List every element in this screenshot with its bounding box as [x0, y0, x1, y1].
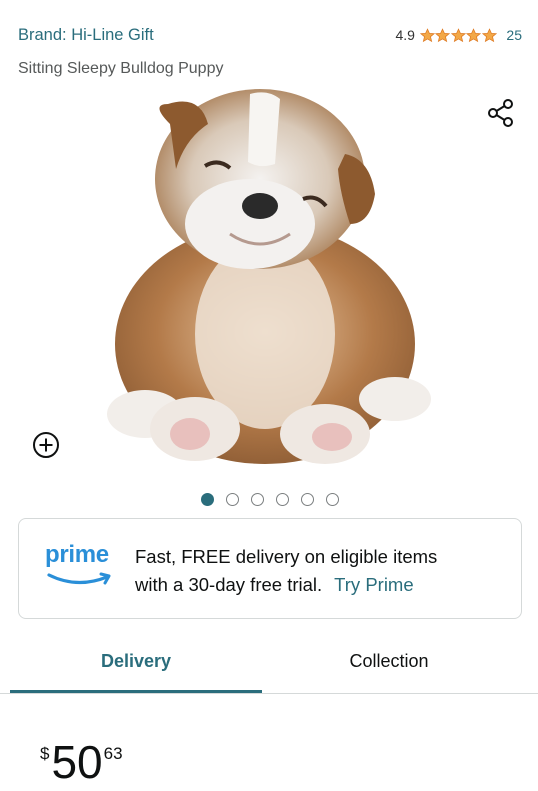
- rating-value: 4.9: [395, 27, 415, 43]
- star-icon: [481, 27, 497, 42]
- carousel-dot[interactable]: [326, 493, 339, 506]
- carousel-dot[interactable]: [251, 493, 264, 506]
- prime-offer-line2: with a 30-day free trial.: [135, 574, 323, 595]
- carousel-dot[interactable]: [301, 493, 314, 506]
- carousel-dot[interactable]: [201, 493, 214, 506]
- tab-delivery[interactable]: Delivery: [10, 640, 262, 693]
- prime-offer-line2-wrap: with a 30-day free trial. Try Prime: [135, 571, 505, 599]
- star-icon: [419, 27, 435, 42]
- prime-logo: prime: [45, 541, 115, 587]
- price-whole: 50: [51, 736, 103, 788]
- prime-logo-word: prime: [45, 541, 109, 568]
- price: $ 50 63: [40, 738, 123, 786]
- brand-link[interactable]: Brand: Hi-Line Gift: [18, 26, 154, 45]
- rating-summary[interactable]: 4.9 25: [395, 27, 522, 43]
- carousel-dot[interactable]: [226, 493, 239, 506]
- zoom-button[interactable]: [31, 430, 61, 460]
- bulldog-image: [107, 89, 431, 464]
- image-carousel-dots: [0, 493, 538, 506]
- prime-smile-icon: [47, 572, 111, 585]
- try-prime-link[interactable]: Try Prime: [334, 574, 413, 595]
- carousel-dot[interactable]: [276, 493, 289, 506]
- star-icon: [466, 27, 482, 42]
- brand-rating-row: Brand: Hi-Line Gift 4.9 25: [18, 22, 522, 48]
- prime-offer-text: Fast, FREE delivery on eligible items wi…: [135, 543, 505, 599]
- price-currency-symbol: $: [40, 744, 50, 763]
- share-button[interactable]: [484, 96, 518, 130]
- fulfillment-tabs: Delivery Collection: [0, 640, 538, 694]
- rating-count-link[interactable]: 25: [506, 27, 522, 43]
- product-title: Sitting Sleepy Bulldog Puppy: [18, 60, 224, 77]
- star-icon: [450, 27, 466, 42]
- star-rating: [419, 27, 498, 43]
- star-icon: [435, 27, 451, 42]
- prime-offer-line1: Fast, FREE delivery on eligible items: [135, 546, 438, 567]
- plus-circle-icon: [33, 432, 59, 458]
- price-fraction: 63: [103, 744, 123, 763]
- product-image[interactable]: [90, 84, 450, 474]
- tab-collection[interactable]: Collection: [254, 640, 524, 693]
- share-icon: [488, 99, 513, 127]
- prime-promo-card[interactable]: prime Fast, FREE delivery on eligible it…: [18, 518, 522, 619]
